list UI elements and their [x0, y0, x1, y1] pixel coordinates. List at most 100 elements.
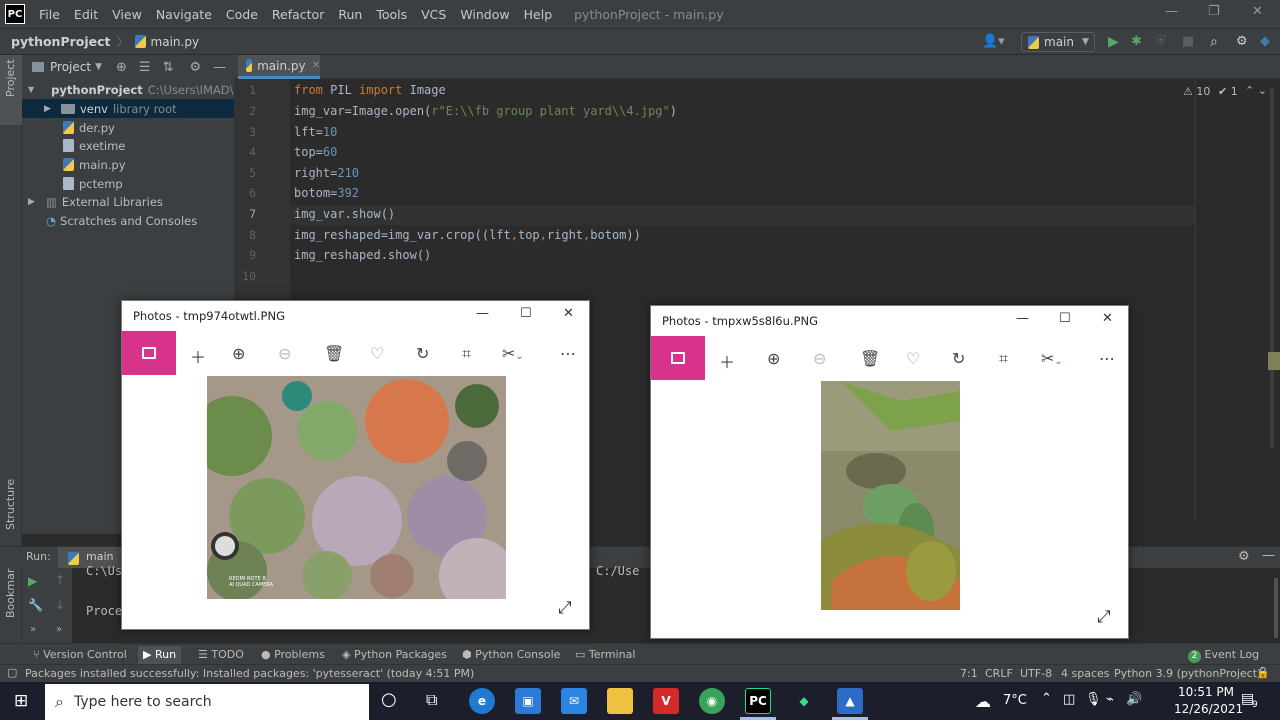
tab-version-control[interactable]: ⑂ Version Control	[33, 648, 127, 661]
lock-icon[interactable]: 🔒	[1256, 666, 1270, 679]
minimize-button[interactable]: —	[1016, 311, 1029, 326]
chevron-up-icon[interactable]: ⌃	[1041, 691, 1052, 706]
line-separator[interactable]: CRLF	[985, 667, 1013, 680]
favorite-icon[interactable]: ♡	[370, 344, 384, 363]
favorite-icon[interactable]: ♡	[906, 349, 920, 368]
collapse-all-icon[interactable]: ⇅	[163, 60, 174, 75]
hide-panel-icon[interactable]: —	[1262, 548, 1275, 563]
run-config-select[interactable]: main ▼	[1021, 32, 1095, 52]
cortana-icon[interactable]: ○	[381, 689, 397, 710]
code-line[interactable]: img_reshaped=img_var.crop((lft,top,right…	[294, 228, 641, 242]
run-icon[interactable]: ▶	[1108, 34, 1119, 50]
microphone-icon[interactable]: 🎙	[1085, 692, 1102, 707]
menu-file[interactable]: File	[39, 7, 60, 22]
file-encoding[interactable]: UTF-8	[1020, 667, 1052, 680]
file-explorer-icon[interactable]	[607, 688, 633, 714]
crop-icon[interactable]: ⌗	[999, 349, 1008, 369]
interpreter[interactable]: Python 3.9 (pythonProject)	[1114, 667, 1261, 680]
maximize-button[interactable]: ☐	[1059, 311, 1071, 326]
windows-start-icon[interactable]: ⊞	[14, 691, 28, 711]
chevron-right-icon[interactable]: ▶	[44, 104, 56, 114]
menu-code[interactable]: Code	[226, 7, 258, 22]
tab-python-packages[interactable]: ◈ Python Packages	[342, 648, 447, 661]
fullscreen-icon[interactable]: ⤢	[558, 598, 572, 618]
edit-icon[interactable]: ✂⌄	[1041, 349, 1063, 368]
chevron-down-icon[interactable]: ▼	[95, 62, 102, 72]
tree-item-file[interactable]: main.py	[22, 155, 234, 174]
event-log[interactable]: 2 Event Log	[1188, 648, 1259, 663]
photos-window-left[interactable]: Photos - tmp974otwtl.PNG — ☐ ✕ ＋ ⊕ ⊖ 🗑 ♡…	[121, 300, 590, 630]
code-line[interactable]: right=210	[294, 166, 359, 180]
maximize-button[interactable]: ☐	[520, 306, 532, 321]
delete-icon[interactable]: 🗑	[860, 349, 880, 368]
weather-temp[interactable]: 7°C	[1003, 693, 1027, 708]
more-icon[interactable]: »	[56, 624, 62, 635]
mail-icon[interactable]: ✉	[561, 688, 587, 714]
more-icon[interactable]: »	[30, 624, 36, 635]
clock-time[interactable]: 10:51 PM	[1178, 685, 1234, 699]
down-arrow-icon[interactable]: ↓	[55, 598, 65, 612]
add-icon[interactable]: ＋	[190, 344, 206, 368]
menu-window[interactable]: Window	[460, 7, 509, 22]
tab-python-console[interactable]: ⬢ Python Console	[462, 648, 560, 661]
delete-icon[interactable]: 🗑	[324, 344, 344, 363]
tree-item-external-libraries[interactable]: ▶ ▥ External Libraries	[22, 192, 234, 211]
chevron-down-icon[interactable]: ▼	[28, 85, 34, 94]
close-button[interactable]: ✕	[1102, 311, 1113, 326]
coverage-icon[interactable]: ⛨	[1156, 34, 1166, 49]
more-icon[interactable]: ⋯	[1099, 349, 1115, 368]
status-message[interactable]: Packages installed successfully: Install…	[25, 667, 474, 680]
checks-indicator[interactable]: ✔ 1	[1218, 85, 1238, 98]
weather-icon[interactable]: ☁	[975, 692, 991, 711]
tab-problems[interactable]: ● Problems	[261, 648, 325, 661]
tab-todo[interactable]: ☰ TODO	[198, 648, 244, 661]
wrench-icon[interactable]: 🔧	[28, 598, 43, 612]
tree-item-file[interactable]: exetime	[22, 136, 234, 155]
tab-main-py[interactable]: main.py ✕	[238, 55, 320, 79]
code-line[interactable]: from PIL import Image	[294, 83, 446, 97]
crop-icon[interactable]: ⌗	[462, 344, 471, 364]
fullscreen-icon[interactable]: ⤢	[1097, 607, 1111, 627]
breadcrumb-project[interactable]: pythonProject	[11, 34, 111, 49]
caret-position[interactable]: 7:1	[960, 667, 978, 680]
indent-setting[interactable]: 4 spaces	[1061, 667, 1110, 680]
code-line[interactable]: top=60	[294, 145, 337, 159]
zoom-out-icon[interactable]: ⊖	[278, 344, 291, 363]
structure-tool-label[interactable]: Structure	[4, 479, 17, 530]
photos-window-right[interactable]: Photos - tmpxw5s8l6u.PNG — ☐ ✕ ＋ ⊕ ⊖ 🗑 ♡…	[650, 305, 1129, 639]
menu-tools[interactable]: Tools	[376, 7, 407, 22]
store-icon[interactable]: ▣	[515, 688, 541, 714]
scrollbar[interactable]	[1274, 578, 1278, 638]
locate-icon[interactable]: ⊕	[116, 60, 127, 75]
minimize-button[interactable]: —	[1165, 4, 1178, 19]
maximize-button[interactable]: ❐	[1208, 4, 1220, 19]
add-icon[interactable]: ＋	[719, 349, 735, 373]
code-line[interactable]: lft=10	[294, 125, 337, 139]
menu-refactor[interactable]: Refactor	[272, 7, 324, 22]
tree-root[interactable]: ▼ pythonProject C:\Users\IMAD\Pyc	[22, 80, 254, 99]
minimize-button[interactable]: —	[476, 306, 489, 321]
code-line[interactable]: img_var.show()	[294, 207, 395, 221]
tray-icon[interactable]: ◫	[1063, 692, 1075, 707]
expand-all-icon[interactable]: ☰	[139, 60, 151, 75]
rotate-icon[interactable]: ↻	[416, 344, 429, 363]
gear-icon[interactable]: ⚙	[189, 60, 201, 75]
rotate-icon[interactable]: ↻	[952, 349, 965, 368]
menu-navigate[interactable]: Navigate	[156, 7, 212, 22]
pycharm-icon[interactable]: PC	[745, 688, 771, 714]
scrollbar[interactable]	[1270, 88, 1274, 448]
hide-panel-icon[interactable]: —	[213, 60, 226, 75]
menu-vcs[interactable]: VCS	[421, 7, 446, 22]
tab-run[interactable]: ▶ Run	[138, 646, 182, 664]
code-line[interactable]: img_var=Image.open(r"E:\\fb group plant …	[294, 104, 677, 118]
photos-app-icon[interactable]: ▲	[837, 688, 863, 714]
android-studio-icon[interactable]: ◆	[791, 688, 817, 714]
more-icon[interactable]: ⋯	[560, 344, 576, 363]
tree-item-file[interactable]: der.py	[22, 118, 234, 137]
close-button[interactable]: ✕	[563, 306, 574, 321]
breadcrumb-file[interactable]: main.py	[151, 35, 200, 49]
menu-edit[interactable]: Edit	[74, 7, 98, 22]
gear-icon[interactable]: ⚙	[1236, 34, 1248, 49]
chevron-right-icon[interactable]: ▶	[28, 197, 40, 207]
zoom-in-icon[interactable]: ⊕	[767, 349, 780, 368]
